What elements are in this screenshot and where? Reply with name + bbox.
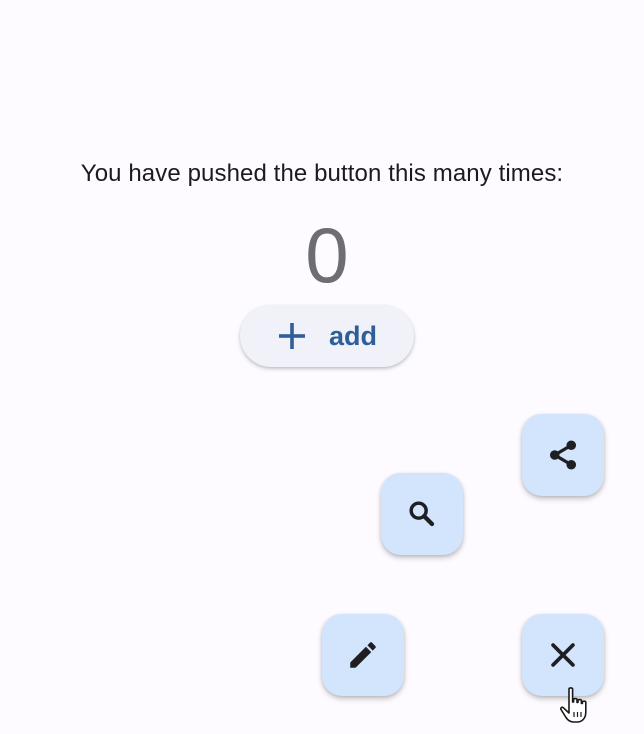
edit-button[interactable] bbox=[322, 614, 404, 696]
counter-value: 0 bbox=[305, 211, 349, 299]
add-button-label: add bbox=[328, 320, 377, 351]
search-icon bbox=[406, 498, 438, 530]
hand-cursor-icon bbox=[558, 686, 592, 731]
plus-icon bbox=[277, 321, 307, 351]
share-icon bbox=[545, 437, 581, 473]
counter-label: You have pushed the button this many tim… bbox=[80, 160, 564, 187]
add-button[interactable]: add bbox=[240, 305, 414, 367]
pencil-icon bbox=[346, 638, 380, 672]
close-button[interactable] bbox=[522, 614, 604, 696]
share-button[interactable] bbox=[522, 414, 604, 496]
search-button[interactable] bbox=[381, 473, 463, 555]
close-icon bbox=[546, 638, 580, 672]
